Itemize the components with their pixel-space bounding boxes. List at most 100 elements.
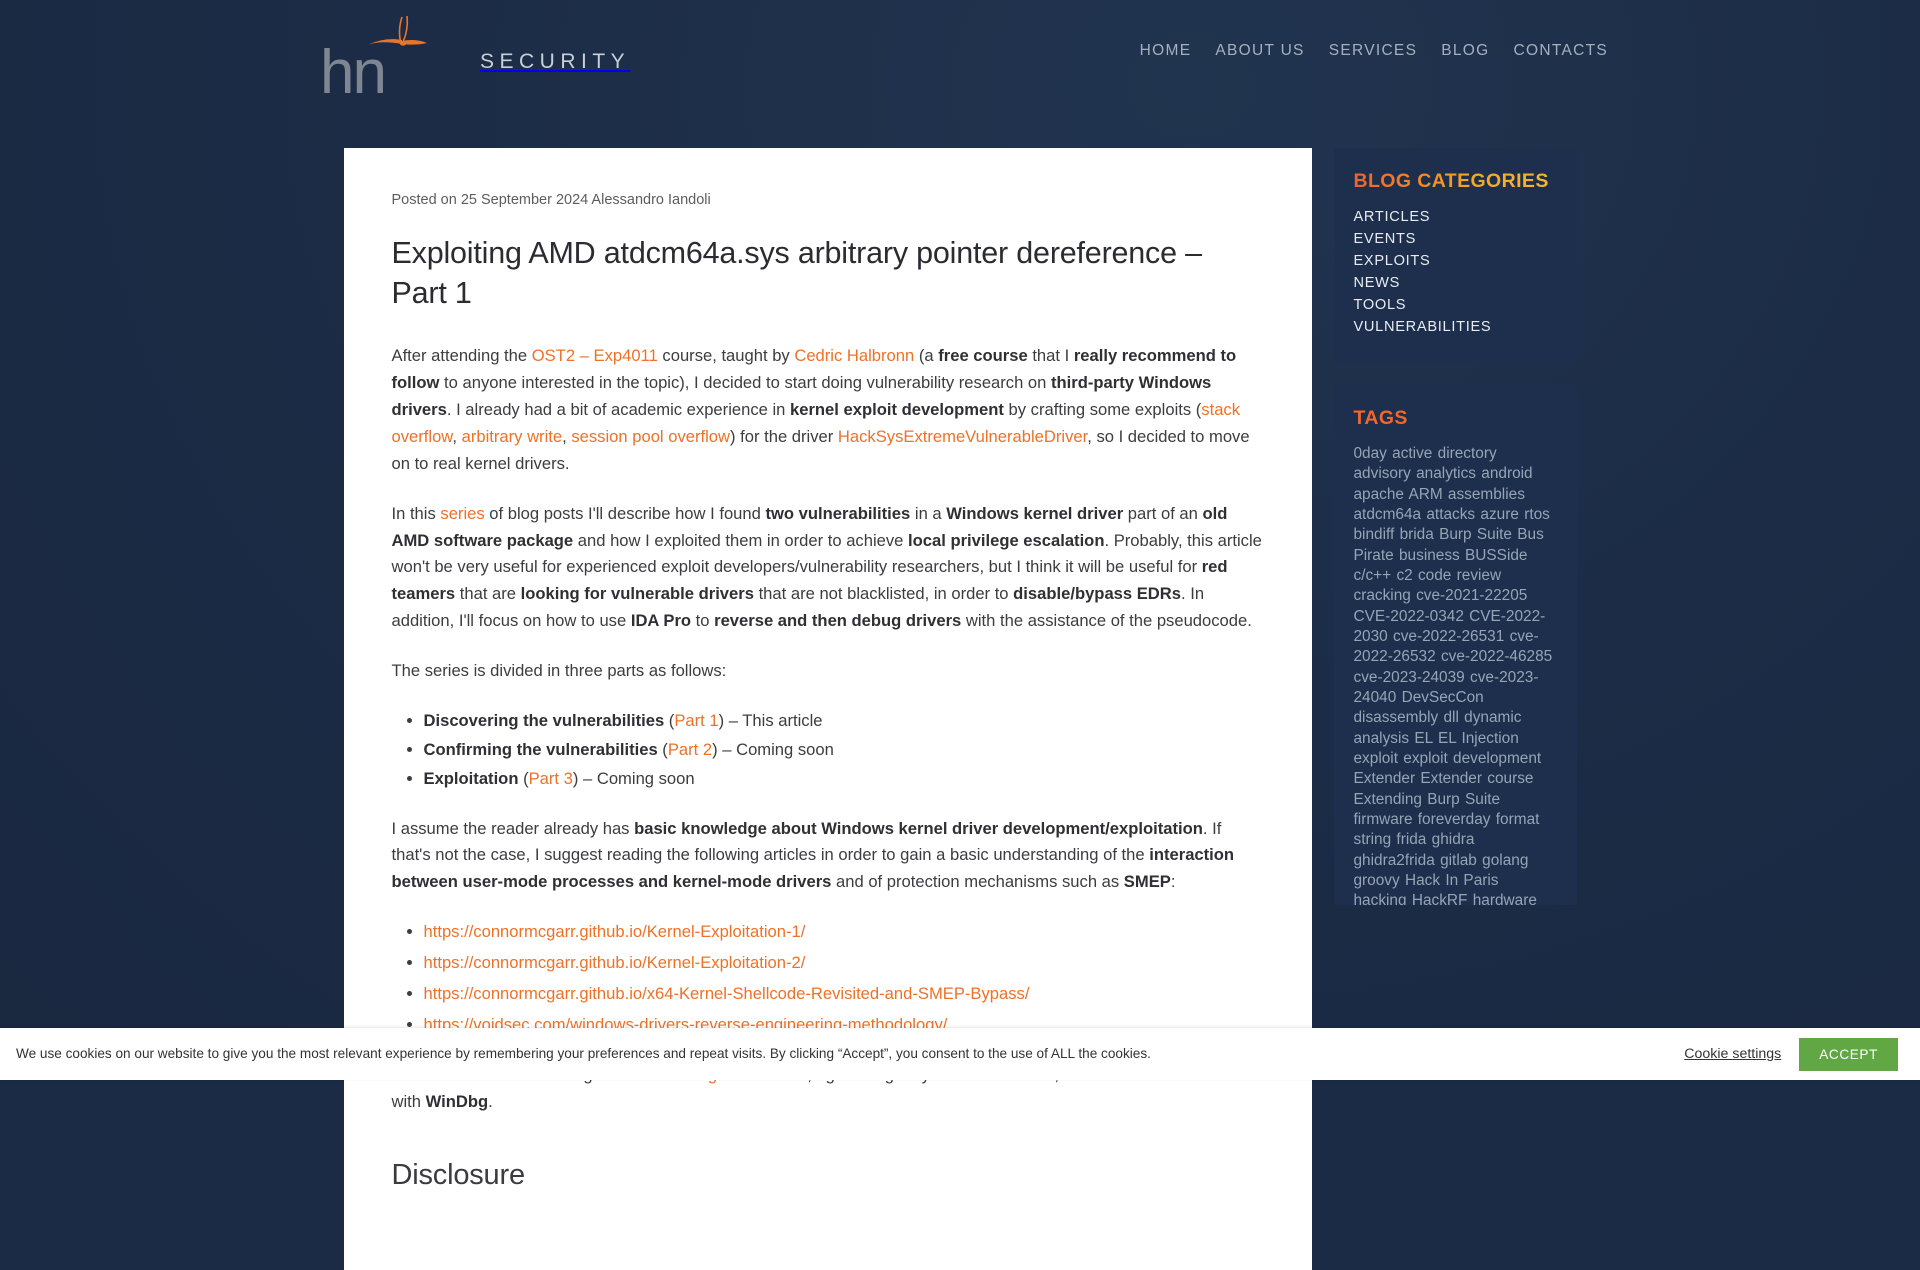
tag-link[interactable]: EL bbox=[1414, 730, 1432, 747]
nav-item-home[interactable]: HOME bbox=[1128, 42, 1204, 60]
part-label: Confirming the vulnerabilities bbox=[423, 739, 658, 759]
tag-link[interactable]: gitlab bbox=[1440, 852, 1477, 869]
tag-link[interactable]: BUSSide bbox=[1465, 547, 1527, 564]
sidebar-item-tools[interactable]: TOOLS bbox=[1354, 295, 1557, 314]
link-arbitrary-write[interactable]: arbitrary write bbox=[462, 427, 563, 446]
tag-link[interactable]: code review bbox=[1418, 567, 1501, 584]
tag-link[interactable]: assemblies bbox=[1448, 486, 1525, 503]
sidebar-item-vulnerabilities[interactable]: VULNERABILITIES bbox=[1354, 317, 1557, 336]
tag-link[interactable]: disassembly bbox=[1354, 709, 1439, 726]
text-fragment: to bbox=[691, 611, 715, 631]
cookie-settings-link[interactable]: Cookie settings bbox=[1684, 1046, 1781, 1062]
tag-link[interactable]: brida bbox=[1400, 526, 1434, 543]
text-fragment: . bbox=[488, 1091, 493, 1111]
text-fragment: ) – This article bbox=[718, 710, 823, 730]
tag-link[interactable]: EL Injection bbox=[1438, 730, 1519, 747]
nav-item-blog[interactable]: BLOG bbox=[1429, 42, 1501, 60]
link-x64-shellcode-smep[interactable]: https://connormcgarr.github.io/x64-Kerne… bbox=[424, 984, 1030, 1003]
tag-link[interactable]: hardware bbox=[1473, 892, 1537, 905]
text-fragment: , bbox=[562, 426, 572, 446]
tag-link[interactable]: cve-2022-46285 bbox=[1441, 648, 1552, 665]
link-kernel-exploitation-2[interactable]: https://connormcgarr.github.io/Kernel-Ex… bbox=[424, 953, 806, 972]
tag-link[interactable]: dll bbox=[1443, 709, 1458, 726]
tag-link[interactable]: Extender bbox=[1354, 770, 1416, 787]
tag-link[interactable]: azure rtos bbox=[1480, 506, 1549, 523]
sidebar: BLOG CATEGORIES ARTICLES EVENTS EXPLOITS… bbox=[1333, 148, 1577, 1270]
list-item: EVENTS bbox=[1354, 229, 1557, 248]
link-kernel-exploitation-1[interactable]: https://connormcgarr.github.io/Kernel-Ex… bbox=[424, 922, 806, 941]
bold-basic-knowledge: basic knowledge about Windows kernel dri… bbox=[634, 818, 1203, 838]
tag-link[interactable]: cracking bbox=[1354, 587, 1411, 604]
text-fragment: , bbox=[452, 426, 462, 446]
tag-link[interactable]: hacking bbox=[1354, 892, 1407, 905]
tag-link[interactable]: bindiff bbox=[1354, 526, 1395, 543]
text-fragment: ) – Coming soon bbox=[712, 739, 834, 759]
tag-link[interactable]: DevSecCon bbox=[1402, 689, 1484, 706]
paragraph-series-overview: In this series of blog posts I'll descri… bbox=[392, 501, 1264, 635]
tag-link[interactable]: HackRF bbox=[1412, 892, 1468, 905]
tag-link[interactable]: frida bbox=[1396, 831, 1426, 848]
link-series[interactable]: series bbox=[440, 504, 484, 523]
tag-link[interactable]: c2 bbox=[1396, 567, 1412, 584]
widget-tags: TAGS 0day active directory advisory anal… bbox=[1333, 385, 1577, 905]
sidebar-item-events[interactable]: EVENTS bbox=[1354, 229, 1557, 248]
tag-link[interactable]: atdcm64a bbox=[1354, 506, 1422, 523]
cookie-banner-actions: Cookie settings ACCEPT bbox=[1684, 1037, 1898, 1071]
tag-link[interactable]: analytics bbox=[1416, 465, 1476, 482]
tag-link[interactable]: CVE-2022-0342 bbox=[1354, 608, 1464, 625]
main-navigation[interactable]: HOME ABOUT US SERVICES BLOG CONTACTS bbox=[1128, 42, 1620, 60]
text-fragment: After attending the bbox=[391, 346, 532, 366]
tag-link[interactable]: foreverday bbox=[1418, 811, 1491, 828]
tag-link[interactable]: Extending Burp Suite bbox=[1354, 791, 1501, 808]
tag-link[interactable]: cve-2022-26531 bbox=[1393, 628, 1504, 645]
tag-link[interactable]: advisory bbox=[1354, 465, 1411, 482]
tag-link[interactable]: business bbox=[1399, 547, 1460, 564]
tag-link[interactable]: cve-2021-22205 bbox=[1416, 587, 1527, 604]
tag-link[interactable]: ghidra2frida bbox=[1354, 852, 1435, 869]
nav-item-about-us[interactable]: ABOUT US bbox=[1203, 42, 1316, 60]
paragraph-intro: After attending the OST2 – Exp4011 cours… bbox=[392, 343, 1264, 477]
nav-item-services[interactable]: SERVICES bbox=[1317, 42, 1430, 60]
tag-link[interactable]: groovy bbox=[1354, 872, 1400, 889]
list-item: Confirming the vulnerabilities (Part 2) … bbox=[424, 737, 1264, 764]
sidebar-item-news[interactable]: NEWS bbox=[1354, 273, 1557, 292]
tag-link[interactable]: android bbox=[1481, 465, 1532, 482]
tag-link[interactable]: active directory bbox=[1392, 445, 1497, 462]
text-fragment: course, taught by bbox=[657, 346, 795, 366]
text-fragment: part of an bbox=[1123, 503, 1203, 523]
tag-link[interactable]: Burp Suite bbox=[1439, 526, 1512, 543]
sidebar-item-exploits[interactable]: EXPLOITS bbox=[1354, 251, 1557, 270]
tag-link[interactable]: ARM bbox=[1408, 486, 1442, 503]
sidebar-item-articles[interactable]: ARTICLES bbox=[1354, 207, 1557, 226]
link-cedric-halbronn[interactable]: Cedric Halbronn bbox=[794, 346, 914, 365]
tag-link[interactable]: attacks bbox=[1426, 506, 1475, 523]
link-part-3[interactable]: Part 3 bbox=[529, 769, 573, 788]
tag-link[interactable]: Hack In Paris bbox=[1405, 872, 1499, 889]
tag-link[interactable]: golang bbox=[1482, 852, 1528, 869]
site-logo[interactable]: hn SECURITY bbox=[320, 8, 630, 104]
article-card: Posted on 25 September 2024 Alessandro I… bbox=[343, 148, 1312, 1270]
tag-link[interactable]: exploit development bbox=[1403, 750, 1541, 767]
link-ost2-exp4011[interactable]: OST2 – Exp4011 bbox=[532, 346, 658, 365]
tag-link[interactable]: apache bbox=[1354, 486, 1405, 503]
link-session-pool-overflow[interactable]: session pool overflow bbox=[571, 427, 730, 446]
accept-cookies-button[interactable]: ACCEPT bbox=[1799, 1037, 1898, 1071]
tag-link[interactable]: exploit bbox=[1354, 750, 1399, 767]
tag-link[interactable]: cve-2023-24039 bbox=[1354, 669, 1465, 686]
tag-link[interactable]: firmware bbox=[1354, 811, 1413, 828]
bold-vulnerable-drivers: looking for vulnerable drivers bbox=[520, 584, 754, 604]
post-meta: Posted on 25 September 2024 Alessandro I… bbox=[391, 192, 711, 208]
tag-link[interactable]: 0day bbox=[1354, 445, 1387, 462]
tag-link[interactable]: c/c++ bbox=[1354, 567, 1392, 584]
heading-disclosure: Disclosure bbox=[391, 1159, 526, 1192]
widget-title-categories: BLOG CATEGORIES bbox=[1353, 170, 1549, 192]
page-layout: Posted on 25 September 2024 Alessandro I… bbox=[0, 148, 1920, 1270]
tag-link[interactable]: ghidra bbox=[1432, 831, 1475, 848]
tag-link[interactable]: Extender course bbox=[1420, 770, 1533, 787]
link-hacksys-driver[interactable]: HackSysExtremeVulnerableDriver bbox=[838, 427, 1087, 446]
link-part-2[interactable]: Part 2 bbox=[668, 740, 712, 759]
text-fragment: to anyone interested in the topic), I de… bbox=[439, 373, 1051, 393]
widget-title-tags: TAGS bbox=[1353, 407, 1408, 429]
nav-item-contacts[interactable]: CONTACTS bbox=[1502, 42, 1621, 60]
link-part-1[interactable]: Part 1 bbox=[674, 711, 718, 730]
